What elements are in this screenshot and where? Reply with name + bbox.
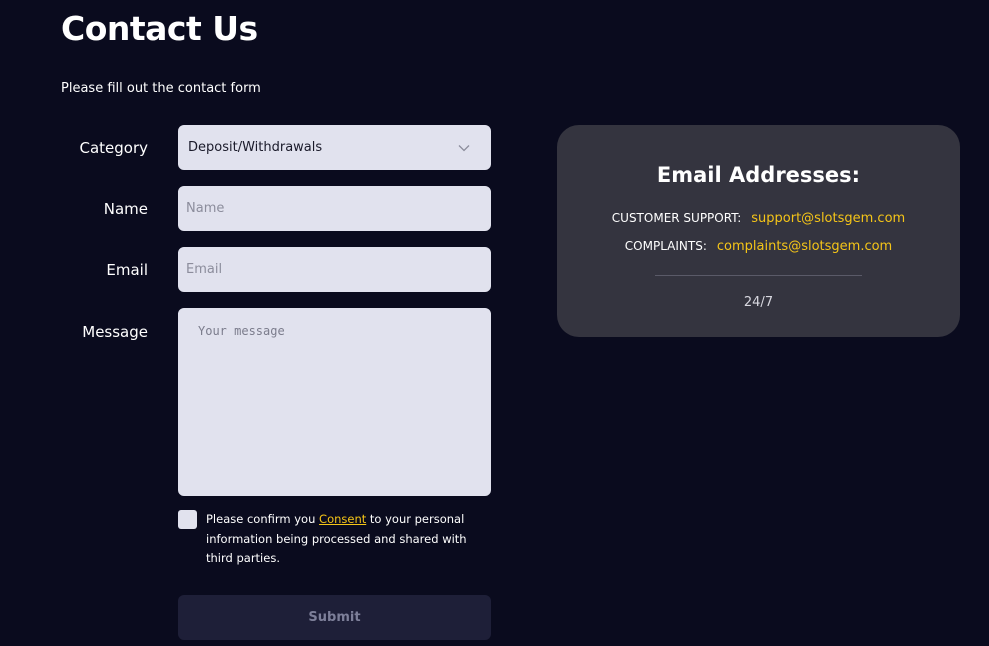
- email-label: Email: [106, 261, 148, 279]
- consent-checkbox[interactable]: [178, 510, 197, 529]
- consent-text-before: Please confirm you: [206, 512, 320, 526]
- chevron-down-icon: [458, 145, 470, 152]
- page-title: Contact Us: [61, 9, 258, 48]
- contact-page: Contact Us Please fill out the contact f…: [0, 0, 989, 646]
- name-input[interactable]: [179, 187, 490, 230]
- support-email-link[interactable]: support@slotsgem.com: [751, 211, 905, 226]
- message-label: Message: [82, 323, 148, 341]
- support-hours: 24/7: [743, 295, 774, 310]
- submit-button[interactable]: Submit: [178, 595, 491, 640]
- contact-label: CUSTOMER SUPPORT:: [611, 211, 742, 225]
- category-selected-value: Deposit/Withdrawals: [188, 140, 323, 155]
- email-addresses-card: Email Addresses: CUSTOMER SUPPORT: suppor…: [557, 125, 960, 337]
- contact-label: COMPLAINTS:: [624, 239, 707, 253]
- contact-row-complaints: COMPLAINTS: complaints@slotsgem.com: [557, 237, 960, 256]
- email-field-wrapper: [178, 247, 491, 292]
- card-title: Email Addresses:: [656, 163, 861, 187]
- message-field-wrapper: [178, 308, 491, 496]
- complaints-email-link[interactable]: complaints@slotsgem.com: [717, 239, 892, 254]
- category-select[interactable]: Deposit/Withdrawals: [178, 125, 491, 170]
- message-textarea[interactable]: [179, 309, 490, 495]
- category-label: Category: [79, 139, 148, 157]
- card-divider: [655, 275, 862, 276]
- name-field-wrapper: [178, 186, 491, 231]
- contact-row-customer-support: CUSTOMER SUPPORT: support@slotsgem.com: [557, 209, 960, 228]
- consent-text: Please confirm you Consent to your perso…: [206, 510, 486, 569]
- email-input[interactable]: [179, 248, 490, 291]
- page-subtitle: Please fill out the contact form: [61, 81, 261, 96]
- name-label: Name: [103, 200, 148, 218]
- consent-link[interactable]: Consent: [319, 512, 366, 526]
